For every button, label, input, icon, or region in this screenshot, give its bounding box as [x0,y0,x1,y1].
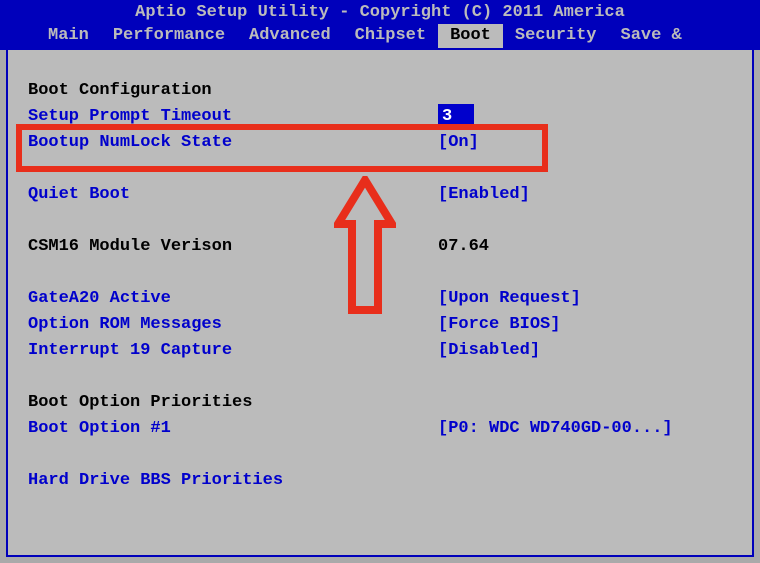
boot-panel: Boot Configuration Setup Prompt Timeout … [6,48,754,557]
csm-value: 07.64 [438,234,732,260]
tab-advanced[interactable]: Advanced [237,24,343,48]
setup-prompt-label: Setup Prompt Timeout [28,104,438,130]
quietboot-row[interactable]: Quiet Boot [Enabled] [8,182,752,208]
boot-priorities-header: Boot Option Priorities [8,390,752,416]
tab-security[interactable]: Security [503,24,609,48]
bootopt1-row[interactable]: Boot Option #1 [P0: WDC WD740GD-00...] [8,416,752,442]
csm-label: CSM16 Module Verison [28,234,438,260]
gatea20-row[interactable]: GateA20 Active [Upon Request] [8,286,752,312]
numlock-row[interactable]: Bootup NumLock State [On] [8,130,752,156]
tab-boot[interactable]: Boot [438,24,503,48]
menu-tabs: MainPerformanceAdvancedChipsetBootSecuri… [0,24,760,48]
int19-label: Interrupt 19 Capture [28,338,438,364]
bootopt1-label: Boot Option #1 [28,416,438,442]
hdd-bbs-label: Hard Drive BBS Priorities [28,468,438,494]
optrom-row[interactable]: Option ROM Messages [Force BIOS] [8,312,752,338]
bootopt1-value: [P0: WDC WD740GD-00...] [438,416,732,442]
gatea20-value: [Upon Request] [438,286,732,312]
tab-main[interactable]: Main [36,24,101,48]
setup-prompt-value: 3 [438,104,732,130]
quietboot-label: Quiet Boot [28,182,438,208]
quietboot-value: [Enabled] [438,182,732,208]
optrom-label: Option ROM Messages [28,312,438,338]
boot-config-header: Boot Configuration [8,78,752,104]
hdd-bbs-row[interactable]: Hard Drive BBS Priorities [8,468,752,494]
optrom-value: [Force BIOS] [438,312,732,338]
tab-performance[interactable]: Performance [101,24,237,48]
tab-save-[interactable]: Save & [609,24,694,48]
csm-row: CSM16 Module Verison 07.64 [8,234,752,260]
tab-chipset[interactable]: Chipset [343,24,438,48]
gatea20-label: GateA20 Active [28,286,438,312]
bios-title: Aptio Setup Utility - Copyright (C) 2011… [0,2,760,24]
numlock-label: Bootup NumLock State [28,130,438,156]
numlock-value: [On] [438,130,732,156]
int19-value: [Disabled] [438,338,732,364]
setup-prompt-row[interactable]: Setup Prompt Timeout 3 [8,104,752,130]
int19-row[interactable]: Interrupt 19 Capture [Disabled] [8,338,752,364]
